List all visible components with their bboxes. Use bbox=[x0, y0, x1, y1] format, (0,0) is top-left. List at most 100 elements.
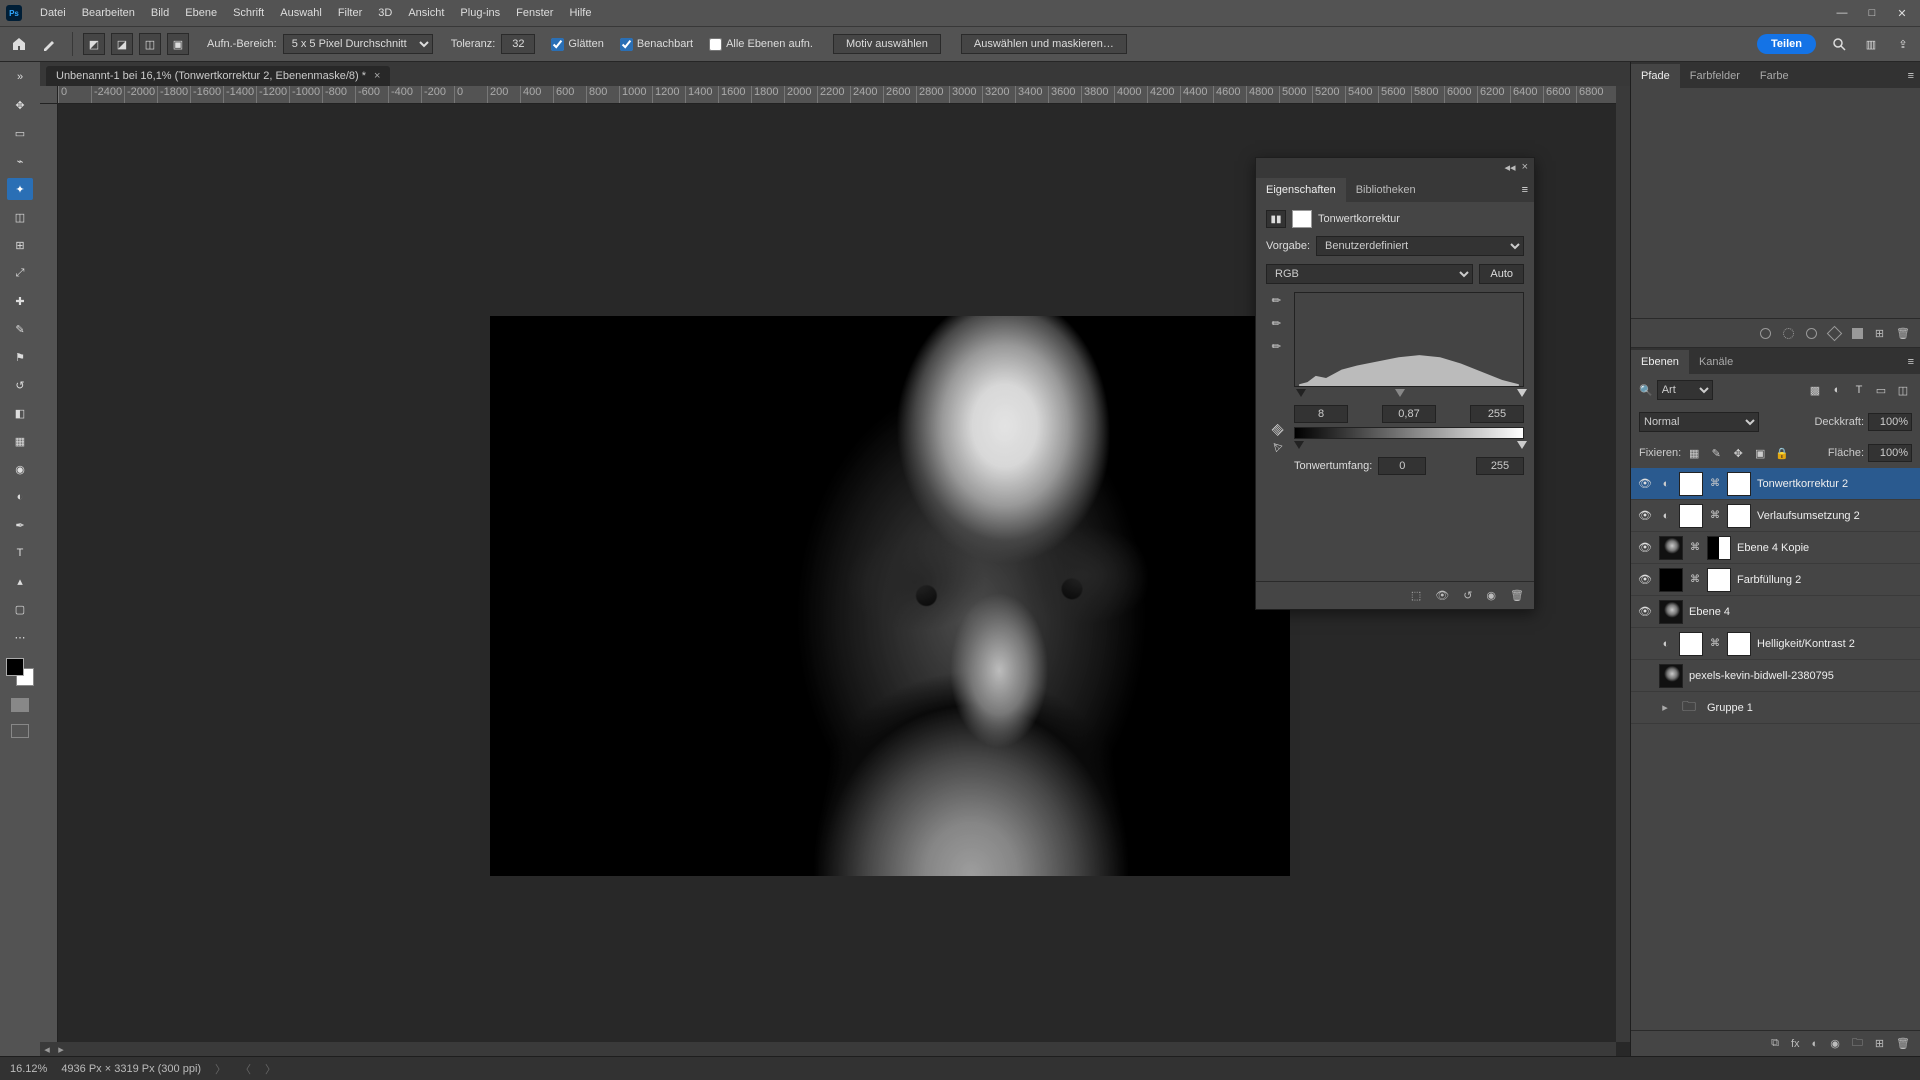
tolerance-input[interactable] bbox=[501, 34, 535, 54]
menu-filter[interactable]: Filter bbox=[330, 7, 370, 19]
menu-datei[interactable]: Datei bbox=[32, 7, 74, 19]
lasso-tool[interactable]: ⌁ bbox=[7, 150, 33, 172]
adjustment-icon[interactable]: ◉ bbox=[1830, 1037, 1840, 1050]
pen-tool[interactable]: ✒ bbox=[7, 514, 33, 536]
link-icon[interactable]: ⌘ bbox=[1709, 478, 1721, 489]
panel-menu-icon[interactable]: ≡ bbox=[1902, 64, 1920, 88]
layer-filter-type[interactable]: Art bbox=[1657, 380, 1713, 400]
quick-mask-icon[interactable] bbox=[11, 698, 29, 712]
close-tab-icon[interactable]: × bbox=[374, 70, 380, 82]
collapse-toolbar-icon[interactable]: » bbox=[7, 66, 33, 88]
layer-name[interactable]: Tonwertkorrektur 2 bbox=[1757, 478, 1914, 490]
tab-channels[interactable]: Kanäle bbox=[1689, 350, 1743, 374]
layer-mask-icon[interactable]: ◐ bbox=[1812, 1038, 1819, 1050]
home-button[interactable] bbox=[8, 33, 30, 55]
tab-paths[interactable]: Pfade bbox=[1631, 64, 1680, 88]
layer-name[interactable]: Ebene 4 bbox=[1689, 606, 1914, 618]
color-swatches[interactable] bbox=[6, 658, 34, 686]
collapse-panel-icon[interactable]: ◂◂ bbox=[1505, 161, 1516, 174]
eraser-tool[interactable]: ◧ bbox=[7, 402, 33, 424]
layer-fx-icon[interactable]: fx bbox=[1791, 1038, 1800, 1050]
brush-tool[interactable]: ✎ bbox=[7, 318, 33, 340]
toggle-visibility-icon[interactable]: ◉ bbox=[1486, 589, 1496, 602]
menu-plug-ins[interactable]: Plug-ins bbox=[452, 7, 508, 19]
black-eyedropper-icon[interactable]: ✎ bbox=[1269, 293, 1285, 309]
canvas-image[interactable] bbox=[490, 316, 1290, 876]
new-selection-icon[interactable]: ◩ bbox=[83, 33, 105, 55]
more-tools[interactable]: ⋯ bbox=[7, 626, 33, 648]
link-icon[interactable]: ⌘ bbox=[1709, 510, 1721, 521]
layer-row[interactable]: ◐⌘Helligkeit/Kontrast 2 bbox=[1631, 628, 1920, 660]
properties-menu-icon[interactable]: ≡ bbox=[1516, 178, 1534, 202]
clip-to-layer-icon[interactable]: ⬚ bbox=[1411, 589, 1421, 602]
type-tool[interactable]: T bbox=[7, 542, 33, 564]
visibility-toggle[interactable]: 👁 bbox=[1637, 477, 1653, 490]
history-brush-tool[interactable]: ↺ bbox=[7, 374, 33, 396]
close-panel-icon[interactable]: × bbox=[1522, 161, 1528, 173]
path-select-tool[interactable]: ▴ bbox=[7, 570, 33, 592]
horizontal-ruler[interactable]: 0-2400-2000-1800-1600-1400-1200-1000-800… bbox=[58, 86, 1630, 104]
visibility-toggle[interactable]: 👁 bbox=[1637, 605, 1653, 618]
lock-all-icon[interactable]: 🔒 bbox=[1773, 444, 1791, 462]
white-eyedropper-icon[interactable]: ✎ bbox=[1269, 339, 1285, 355]
layers-menu-icon[interactable]: ≡ bbox=[1902, 350, 1920, 374]
link-icon[interactable]: ⌘ bbox=[1709, 638, 1721, 649]
calc-icon[interactable]: ▥ bbox=[1269, 421, 1286, 438]
zoom-level[interactable]: 16.12% bbox=[10, 1063, 47, 1075]
black-point-input[interactable] bbox=[1294, 405, 1348, 423]
reset-icon[interactable]: ↺ bbox=[1463, 589, 1472, 602]
horizontal-scrollbar[interactable]: ◂▸ bbox=[40, 1042, 1616, 1056]
channel-dropdown[interactable]: RGB bbox=[1266, 264, 1473, 284]
share-button[interactable]: Teilen bbox=[1757, 34, 1816, 54]
link-icon[interactable]: ⌘ bbox=[1689, 542, 1701, 553]
layer-thumbnail[interactable] bbox=[1659, 664, 1683, 688]
select-subject-button[interactable]: Motiv auswählen bbox=[833, 34, 941, 54]
mask-thumbnail[interactable] bbox=[1727, 632, 1751, 656]
dodge-tool[interactable]: ◐ bbox=[7, 486, 33, 508]
crop-tool[interactable]: ◫ bbox=[7, 206, 33, 228]
minimize-button[interactable]: — bbox=[1836, 7, 1848, 20]
close-button[interactable]: ✕ bbox=[1896, 7, 1908, 20]
layer-row[interactable]: pexels-kevin-bidwell-2380795 bbox=[1631, 660, 1920, 692]
layer-name[interactable]: Verlaufsumsetzung 2 bbox=[1757, 510, 1914, 522]
lock-trans-icon[interactable]: ▦ bbox=[1685, 444, 1703, 462]
output-gradient[interactable] bbox=[1294, 427, 1524, 439]
visibility-toggle[interactable]: 👁 bbox=[1637, 541, 1653, 554]
link-layers-icon[interactable]: ⧉ bbox=[1771, 1037, 1779, 1050]
mask-thumbnail[interactable] bbox=[1707, 568, 1731, 592]
visibility-toggle[interactable]: 👁 bbox=[1637, 509, 1653, 522]
paths-panel-body[interactable] bbox=[1631, 88, 1920, 318]
delete-path-icon[interactable]: 🗑 bbox=[1896, 327, 1910, 340]
sample-dropdown[interactable]: 5 x 5 Pixel Durchschnitt bbox=[283, 34, 433, 54]
new-layer-icon[interactable]: ⊞ bbox=[1875, 1037, 1884, 1050]
search-icon[interactable] bbox=[1830, 35, 1848, 53]
mask-thumbnail[interactable] bbox=[1707, 536, 1731, 560]
blur-tool[interactable]: ◉ bbox=[7, 458, 33, 480]
menu-hilfe[interactable]: Hilfe bbox=[561, 7, 599, 19]
menu-fenster[interactable]: Fenster bbox=[508, 7, 561, 19]
filter-smart-icon[interactable]: ◫ bbox=[1894, 381, 1912, 399]
layer-row[interactable]: 👁⌘Farbfüllung 2 bbox=[1631, 564, 1920, 596]
antialias-check[interactable]: Glätten bbox=[551, 38, 603, 51]
gray-eyedropper-icon[interactable]: ✎ bbox=[1269, 316, 1285, 332]
filter-shape-icon[interactable]: ▭ bbox=[1872, 381, 1890, 399]
vertical-scrollbar[interactable] bbox=[1616, 86, 1630, 1042]
layer-name[interactable]: Helligkeit/Kontrast 2 bbox=[1757, 638, 1914, 650]
layer-thumbnail[interactable] bbox=[1659, 568, 1683, 592]
vertical-ruler[interactable] bbox=[40, 104, 58, 1056]
layer-row[interactable]: 👁◐⌘Verlaufsumsetzung 2 bbox=[1631, 500, 1920, 532]
all-layers-check[interactable]: Alle Ebenen aufn. bbox=[709, 38, 813, 51]
search-icon[interactable]: 🔍 bbox=[1639, 384, 1653, 397]
filter-adjust-icon[interactable]: ◐ bbox=[1828, 381, 1846, 399]
maximize-button[interactable]: □ bbox=[1866, 7, 1878, 20]
eyedropper-tool[interactable]: ⤢ bbox=[7, 262, 33, 284]
tab-properties[interactable]: Eigenschaften bbox=[1256, 178, 1346, 202]
layer-thumbnail[interactable] bbox=[1679, 504, 1703, 528]
ruler-origin[interactable] bbox=[40, 86, 58, 104]
marquee-tool[interactable]: ▭ bbox=[7, 122, 33, 144]
tool-preset-icon[interactable] bbox=[36, 33, 62, 55]
layer-row[interactable]: ▸🗀Gruppe 1 bbox=[1631, 692, 1920, 724]
opacity-input[interactable] bbox=[1868, 413, 1912, 431]
delete-layer-icon[interactable]: 🗑 bbox=[1896, 1037, 1910, 1050]
tab-layers[interactable]: Ebenen bbox=[1631, 350, 1689, 374]
